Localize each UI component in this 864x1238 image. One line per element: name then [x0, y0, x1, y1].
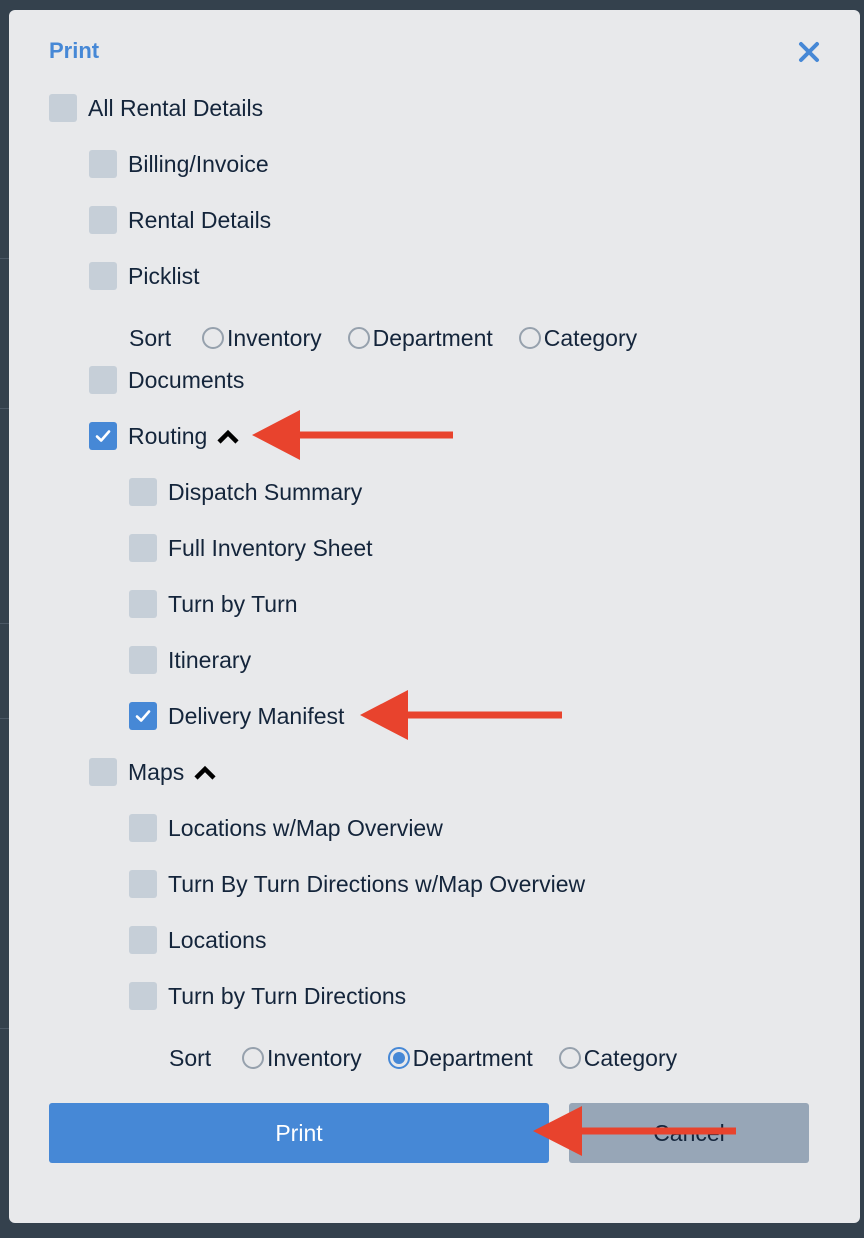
picklist-sort-department[interactable]: Department	[347, 324, 493, 352]
option-label: Billing/Invoice	[128, 150, 269, 177]
radio-label: Inventory	[227, 324, 322, 351]
option-label: Itinerary	[168, 646, 252, 673]
radio-button-selected[interactable]	[387, 1047, 410, 1069]
checkbox-maps[interactable]	[89, 758, 117, 786]
checkbox-turn-by-turn-directions-map-overview[interactable]	[129, 870, 157, 898]
option-picklist[interactable]: Picklist	[89, 260, 200, 292]
picklist-sort-group: Sort Inventory Department Category	[129, 321, 663, 355]
option-maps[interactable]: Maps	[89, 756, 217, 788]
maps-sort-inventory[interactable]: Inventory	[242, 1045, 362, 1072]
checkbox-locations-map-overview[interactable]	[129, 814, 157, 842]
option-turn-by-turn-directions[interactable]: Turn by Turn Directions	[129, 980, 406, 1012]
option-label: Turn by Turn Directions	[168, 982, 407, 1009]
option-rental-details[interactable]: Rental Details	[89, 204, 271, 236]
maps-sort-department[interactable]: Department	[387, 1044, 533, 1072]
option-label: Dispatch Summary	[168, 478, 363, 505]
option-delivery-manifest[interactable]: Delivery Manifest	[129, 700, 344, 732]
option-all-rental-details[interactable]: All Rental Details	[49, 92, 263, 124]
option-label: Maps	[128, 758, 185, 785]
close-button[interactable]	[795, 38, 823, 66]
checkbox-picklist[interactable]	[89, 262, 117, 290]
option-label: Locations	[168, 926, 267, 953]
option-dispatch-summary[interactable]: Dispatch Summary	[129, 476, 362, 508]
option-label: Turn by Turn	[168, 590, 298, 617]
option-label: All Rental Details	[88, 94, 264, 121]
checkbox-turn-by-turn[interactable]	[129, 590, 157, 618]
checkbox-turn-by-turn-directions[interactable]	[129, 982, 157, 1010]
sort-label: Sort	[129, 324, 172, 351]
option-turn-by-turn-directions-map-overview[interactable]: Turn By Turn Directions w/Map Overview	[129, 868, 585, 900]
radio-label: Category	[543, 324, 638, 351]
option-billing-invoice[interactable]: Billing/Invoice	[89, 148, 269, 180]
picklist-sort-inventory[interactable]: Inventory	[202, 325, 322, 352]
checkbox-dispatch-summary[interactable]	[129, 478, 157, 506]
chevron-up-icon[interactable]	[216, 427, 240, 445]
option-itinerary[interactable]: Itinerary	[129, 644, 251, 676]
option-locations[interactable]: Locations	[129, 924, 266, 956]
option-label: Locations w/Map Overview	[168, 814, 443, 841]
option-label: Delivery Manifest	[168, 702, 345, 729]
checkbox-itinerary[interactable]	[129, 646, 157, 674]
option-label: Turn By Turn Directions w/Map Overview	[168, 870, 586, 897]
radio-button[interactable]	[518, 327, 541, 349]
option-label: Routing	[128, 422, 208, 449]
radio-label: Department	[412, 1044, 533, 1071]
option-turn-by-turn[interactable]: Turn by Turn	[129, 588, 298, 620]
checkbox-all-rental-details[interactable]	[49, 94, 77, 122]
option-label: Rental Details	[128, 206, 272, 233]
checkbox-full-inventory-sheet[interactable]	[129, 534, 157, 562]
checkbox-rental-details[interactable]	[89, 206, 117, 234]
checkbox-delivery-manifest[interactable]	[129, 702, 157, 730]
option-routing[interactable]: Routing	[89, 420, 240, 452]
radio-label: Department	[372, 324, 493, 351]
option-label: Picklist	[128, 262, 200, 289]
sort-label: Sort	[169, 1044, 212, 1071]
option-full-inventory-sheet[interactable]: Full Inventory Sheet	[129, 532, 373, 564]
radio-button[interactable]	[202, 327, 224, 349]
maps-sort-category[interactable]: Category	[558, 1044, 678, 1072]
print-button[interactable]: Print	[49, 1103, 549, 1163]
radio-button[interactable]	[347, 327, 370, 349]
checkbox-locations[interactable]	[129, 926, 157, 954]
checkbox-billing-invoice[interactable]	[89, 150, 117, 178]
option-label: Full Inventory Sheet	[168, 534, 373, 561]
dialog-title: Print	[49, 38, 100, 63]
option-documents[interactable]: Documents	[89, 364, 244, 396]
checkmark-icon	[135, 710, 151, 722]
radio-label: Inventory	[267, 1044, 362, 1071]
chevron-up-icon[interactable]	[193, 763, 217, 781]
option-label: Documents	[128, 366, 245, 393]
option-locations-map-overview[interactable]: Locations w/Map Overview	[129, 812, 443, 844]
maps-sort-group: Sort Inventory Department Category	[169, 1041, 703, 1075]
checkbox-documents[interactable]	[89, 366, 117, 394]
cancel-button[interactable]: Cancel	[569, 1103, 809, 1163]
checkmark-icon	[95, 430, 111, 442]
radio-button[interactable]	[558, 1047, 581, 1069]
radio-label: Category	[583, 1044, 678, 1071]
close-icon	[799, 42, 819, 62]
picklist-sort-category[interactable]: Category	[518, 324, 638, 352]
radio-button[interactable]	[242, 1047, 264, 1069]
checkbox-routing[interactable]	[89, 422, 117, 450]
print-dialog: Print All Rental Details Billing/Invoice…	[9, 10, 860, 1223]
